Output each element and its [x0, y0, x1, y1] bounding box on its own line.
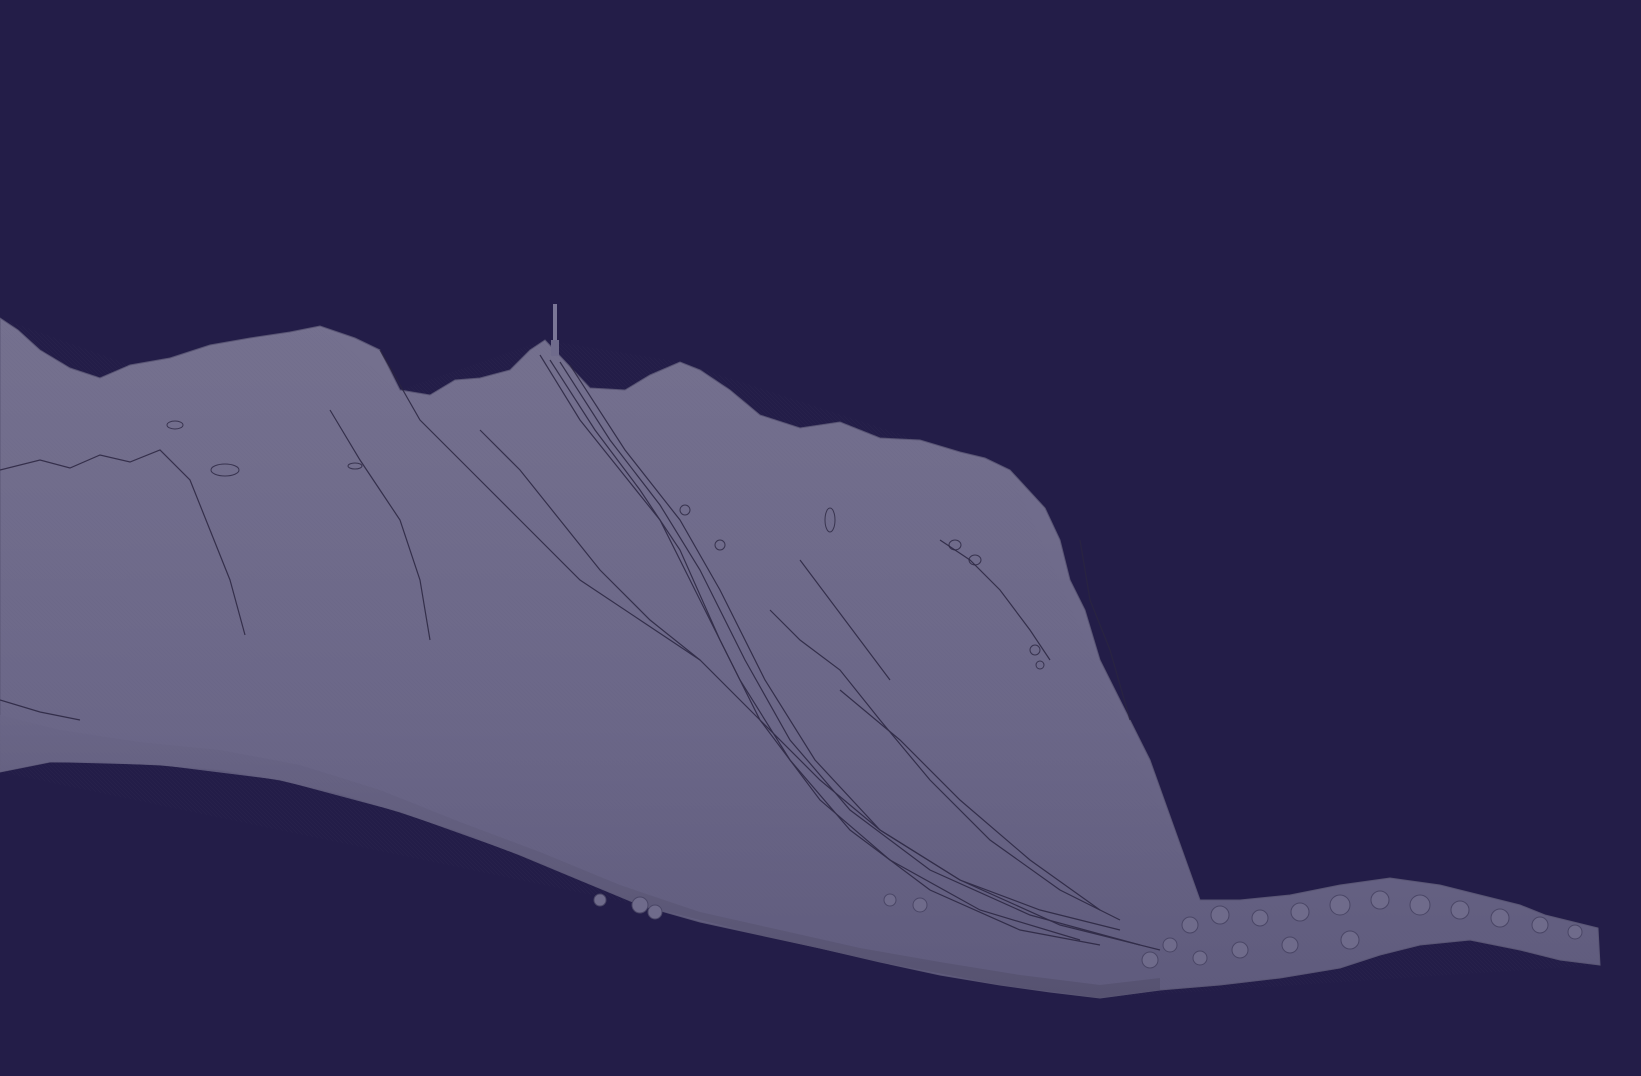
terrain-model	[0, 304, 1601, 999]
3d-terrain-viewport[interactable]	[0, 0, 1641, 1076]
